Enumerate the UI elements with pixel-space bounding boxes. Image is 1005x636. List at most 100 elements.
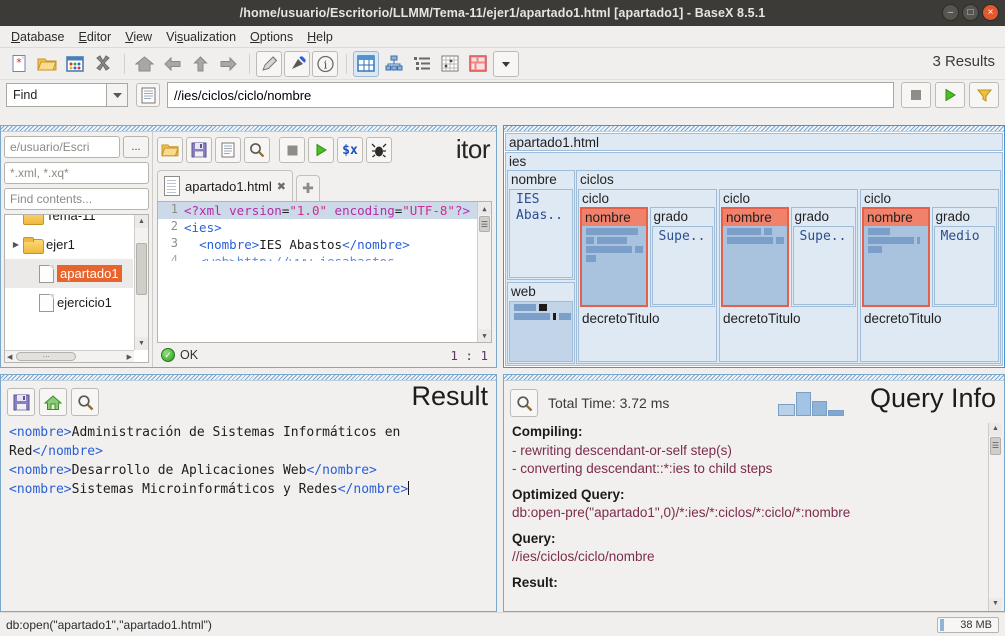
- memory-usage-indicator[interactable]: 38 MB: [937, 616, 999, 633]
- treemap-node-nombre-highlighted[interactable]: nombre: [580, 207, 648, 307]
- search-icon[interactable]: [71, 388, 99, 416]
- menu-editor[interactable]: Editor: [72, 28, 119, 46]
- query-input[interactable]: //ies/ciclos/ciclo/nombre: [167, 82, 894, 108]
- treemap-value-grado[interactable]: Medio: [933, 226, 995, 305]
- treemap-node-ies[interactable]: ies nombre IES Abas.. web ciclos ciclo n…: [505, 152, 1003, 366]
- scroll-thumb[interactable]: ☰: [479, 216, 490, 232]
- treemap-node-grado[interactable]: grado Medio: [931, 207, 997, 307]
- map-view-icon[interactable]: [465, 51, 491, 77]
- save-file-icon[interactable]: [186, 137, 212, 163]
- treemap-value-grado[interactable]: Supe..: [651, 226, 713, 305]
- scroll-left-icon[interactable]: ◀: [7, 353, 12, 361]
- scroll-thumb-h[interactable]: ⋯: [16, 352, 77, 361]
- file-filter-input[interactable]: *.xml, *.xq*: [4, 162, 149, 184]
- go-back-icon[interactable]: [159, 51, 185, 77]
- code-vertical-scrollbar[interactable]: ▲ ☰ ▼: [477, 202, 491, 342]
- search-mode-label[interactable]: Find: [6, 83, 106, 107]
- filter-results-button[interactable]: [969, 82, 999, 108]
- tree-item-ejercicio1[interactable]: ejercicio1: [5, 288, 133, 317]
- go-forward-icon[interactable]: [215, 51, 241, 77]
- treemap-node-nombre-highlighted[interactable]: nombre: [721, 207, 789, 307]
- editor-tab-apartado1[interactable]: apartado1.html ✖: [157, 170, 293, 201]
- stop-execution-icon[interactable]: [279, 137, 305, 163]
- treemap-node-root[interactable]: apartado1.html: [505, 133, 1003, 151]
- plot-view-icon[interactable]: [437, 51, 463, 77]
- treemap-node-web[interactable]: web: [507, 282, 575, 364]
- maximize-button[interactable]: □: [962, 4, 979, 21]
- chevron-right-icon[interactable]: ▶: [9, 240, 23, 249]
- chevron-down-icon[interactable]: [106, 83, 128, 107]
- code-editor[interactable]: 1 <?xml version="1.0" encoding="UTF-8"?>…: [157, 201, 492, 343]
- close-database-icon[interactable]: [90, 51, 116, 77]
- treemap-node-ciclos[interactable]: ciclos ciclo nombre grado Supe.. decreto…: [576, 170, 1001, 364]
- treemap-view[interactable]: apartado1.html ies nombre IES Abas.. web…: [504, 132, 1004, 367]
- query-info-output[interactable]: Compiling: - rewriting descendant-or-sel…: [504, 421, 1004, 611]
- table-view-icon[interactable]: [353, 50, 379, 77]
- tree-vertical-scrollbar[interactable]: ▲ ▼: [134, 215, 148, 350]
- new-database-icon[interactable]: *: [6, 51, 32, 77]
- external-variables-icon[interactable]: $x: [337, 137, 363, 163]
- more-views-icon[interactable]: [493, 50, 519, 77]
- find-icon[interactable]: [244, 137, 270, 163]
- tree-view-icon[interactable]: [381, 51, 407, 77]
- scroll-thumb[interactable]: ☰: [990, 437, 1001, 455]
- go-up-icon[interactable]: [187, 51, 213, 77]
- close-button[interactable]: ×: [982, 4, 999, 21]
- menu-database[interactable]: DDatabaseatabase: [4, 28, 72, 46]
- query-info-scrollbar[interactable]: ▲ ☰ ▼: [988, 423, 1002, 611]
- treemap-node-grado[interactable]: grado Supe..: [790, 207, 856, 307]
- new-tab-icon[interactable]: ✚: [295, 175, 320, 201]
- run-query-icon[interactable]: [308, 137, 334, 163]
- path-input[interactable]: e/usuario/Escri: [4, 136, 120, 158]
- query-mode-icon[interactable]: [136, 83, 160, 107]
- run-query-button[interactable]: [935, 82, 965, 108]
- tree-item-apartado1[interactable]: apartado1: [5, 259, 133, 288]
- debug-icon[interactable]: [366, 137, 392, 163]
- scroll-down-icon[interactable]: ▼: [478, 329, 491, 342]
- tree-item-ejer1[interactable]: ▶ ejer1: [5, 230, 133, 259]
- treemap-node-nombre[interactable]: nombre IES Abas..: [507, 170, 575, 280]
- menu-options[interactable]: Options: [243, 28, 300, 46]
- treemap-node-ciclo[interactable]: ciclo nombre: [860, 189, 999, 362]
- edit-icon[interactable]: [256, 50, 282, 77]
- treemap-node-nombre-highlighted[interactable]: nombre: [862, 207, 930, 307]
- info-icon[interactable]: i: [312, 50, 338, 77]
- status-command-label: db:open("apartado1","apartado1.html"): [6, 617, 212, 632]
- minimize-button[interactable]: –: [942, 4, 959, 21]
- save-result-icon[interactable]: [7, 388, 35, 416]
- find-contents-input[interactable]: Find contents...: [4, 188, 149, 210]
- menu-help[interactable]: Help: [300, 28, 340, 46]
- treemap-node-grado[interactable]: grado Supe..: [649, 207, 715, 307]
- treemap-node-ciclo[interactable]: ciclo nombre: [578, 189, 717, 362]
- open-file-icon[interactable]: [157, 137, 183, 163]
- filter-nodes-icon[interactable]: [284, 50, 310, 77]
- treemap-value-nombre[interactable]: IES Abas..: [509, 189, 573, 278]
- scroll-thumb[interactable]: [136, 243, 147, 295]
- home-icon[interactable]: [131, 51, 157, 77]
- file-tree-list[interactable]: Tema-11 ▶ ejer1 apartado1 ejercicio1 ▲ ▼…: [4, 214, 149, 363]
- scroll-up-icon[interactable]: ▲: [478, 202, 491, 215]
- folder-view-icon[interactable]: [409, 51, 435, 77]
- scroll-down-icon[interactable]: ▼: [135, 337, 148, 350]
- history-icon[interactable]: [215, 137, 241, 163]
- tree-item-tema11[interactable]: Tema-11: [5, 215, 133, 230]
- result-output[interactable]: <nombre>Administración de Sistemas Infor…: [1, 419, 496, 611]
- treemap-value-web[interactable]: [509, 301, 573, 362]
- scroll-right-icon[interactable]: ▶: [127, 353, 132, 361]
- close-icon[interactable]: ✖: [277, 180, 286, 193]
- scroll-down-icon[interactable]: ▼: [989, 598, 1002, 611]
- tree-horizontal-scrollbar[interactable]: ◀ ⋯ ▶: [5, 350, 134, 362]
- browse-button[interactable]: ...: [123, 136, 149, 158]
- treemap-node-ciclo[interactable]: ciclo nombre: [719, 189, 858, 362]
- treemap-node-label: nombre: [864, 209, 928, 226]
- open-database-icon[interactable]: [34, 51, 60, 77]
- home-icon[interactable]: [39, 388, 67, 416]
- stop-query-button[interactable]: [901, 82, 931, 108]
- manage-database-icon[interactable]: [62, 51, 88, 77]
- treemap-value-grado[interactable]: Supe..: [792, 226, 854, 305]
- search-icon[interactable]: [510, 389, 538, 417]
- menu-view[interactable]: View: [118, 28, 159, 46]
- menu-visualization[interactable]: Visualization: [159, 28, 243, 46]
- scroll-up-icon[interactable]: ▲: [989, 423, 1002, 436]
- scroll-up-icon[interactable]: ▲: [135, 215, 148, 228]
